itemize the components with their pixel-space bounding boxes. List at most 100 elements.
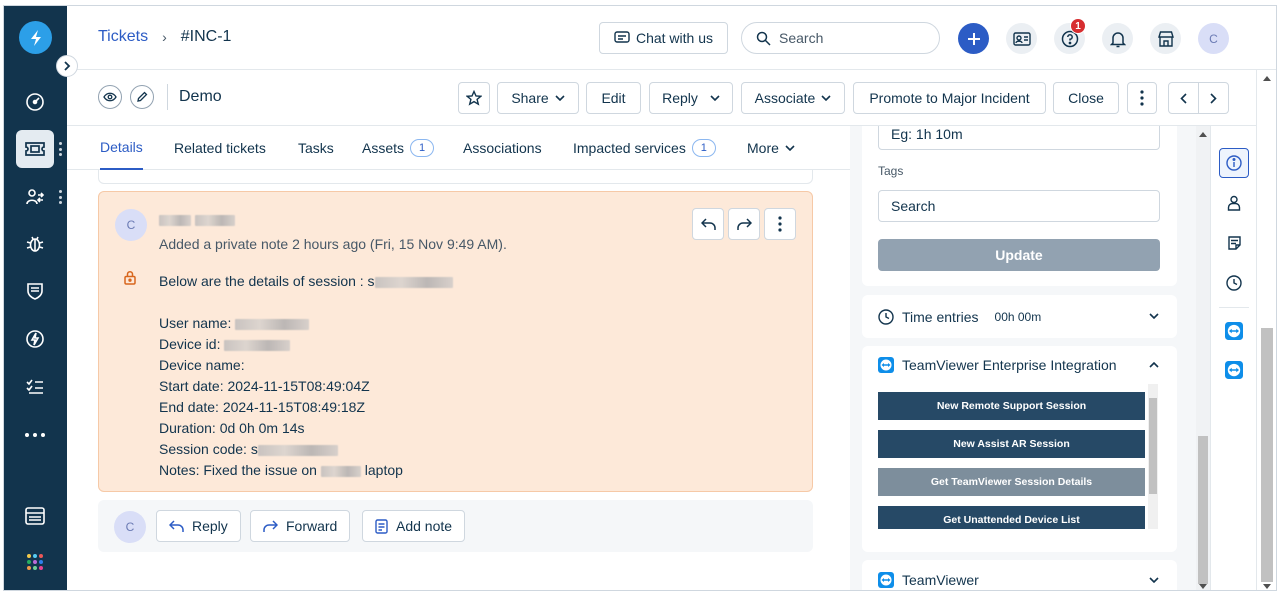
breadcrumb-tickets-link[interactable]: Tickets: [98, 28, 148, 46]
clock-icon: [878, 309, 894, 325]
integration-scrollbar[interactable]: [1148, 384, 1158, 529]
reply-button[interactable]: Reply: [156, 510, 241, 542]
add-note-button[interactable]: Add note: [362, 510, 466, 542]
time-entries-label: Time entries: [902, 309, 979, 325]
tab-tasks[interactable]: Tasks: [298, 126, 334, 170]
session-code-label: Session code: s: [159, 441, 258, 457]
forward-note-button[interactable]: [728, 208, 760, 240]
ticket-id: #INC-1: [180, 28, 232, 45]
collapse-nav-button[interactable]: [56, 55, 78, 77]
chevron-up-icon[interactable]: [1149, 362, 1159, 368]
forward-button[interactable]: Forward: [250, 510, 351, 542]
requester-icon[interactable]: [1219, 188, 1249, 218]
notes-icon[interactable]: [1219, 228, 1249, 258]
get-teamviewer-session-details-button[interactable]: Get TeamViewer Session Details: [878, 468, 1145, 496]
global-search-input[interactable]: Search: [741, 22, 940, 54]
scroll-down-arrow-icon[interactable]: [1263, 584, 1271, 589]
get-unattended-device-list-button[interactable]: Get Unattended Device List: [878, 506, 1145, 529]
previous-ticket-button[interactable]: [1168, 82, 1199, 114]
note-blank-line: [159, 292, 453, 313]
watch-icon[interactable]: [98, 85, 122, 109]
app-window: Tickets › #INC-1 Chat with us Search 1 C: [3, 5, 1277, 591]
teamviewer-card[interactable]: TeamViewer: [862, 560, 1177, 590]
note-more-button[interactable]: [764, 208, 796, 240]
scroll-up-arrow-icon[interactable]: [1263, 76, 1271, 81]
catalog-icon[interactable]: [16, 497, 54, 535]
reply-note-button[interactable]: [692, 208, 724, 240]
tags-placeholder: Search: [891, 198, 936, 214]
note-user-name-line: User name:: [159, 313, 453, 334]
scroll-up-arrow-icon[interactable]: [1199, 132, 1207, 137]
forward-arrow-icon: [736, 217, 752, 230]
properties-scrollbar-thumb[interactable]: [1198, 436, 1208, 584]
info-icon[interactable]: [1219, 148, 1249, 178]
time-spent-input[interactable]: Eg: 1h 10m: [878, 126, 1160, 150]
ticket-title: Demo: [179, 88, 222, 105]
share-button[interactable]: Share: [497, 82, 579, 114]
tickets-more-dots[interactable]: [58, 142, 62, 156]
time-entries-card[interactable]: Time entries 00h 00m: [862, 295, 1177, 338]
dashboard-icon[interactable]: [16, 83, 54, 121]
app-switcher-icon[interactable]: [16, 543, 54, 581]
search-icon: [756, 31, 771, 46]
chat-with-us-button[interactable]: Chat with us: [599, 22, 728, 54]
reply-dropdown-button[interactable]: Reply: [649, 82, 733, 114]
tab-details[interactable]: Details: [100, 126, 143, 170]
promote-major-incident-button[interactable]: Promote to Major Incident: [853, 82, 1046, 114]
checklist-icon[interactable]: [16, 368, 54, 406]
automation-bolt-icon[interactable]: [16, 320, 54, 358]
reply-avatar: C: [114, 511, 146, 543]
tab-associations[interactable]: Associations: [463, 126, 542, 170]
more-apps-icon[interactable]: [16, 416, 54, 454]
teamviewer-enterprise-title: TeamViewer Enterprise Integration: [902, 357, 1117, 373]
bell-icon[interactable]: [1102, 23, 1133, 54]
problems-more-dots[interactable]: [58, 190, 62, 204]
more-actions-button[interactable]: [1127, 82, 1157, 114]
ticket-toolbar: Demo Share Edit Reply Associate Promote …: [67, 70, 1276, 126]
tab-label: Related tickets: [174, 140, 266, 156]
page-scrollbar[interactable]: [1256, 70, 1276, 590]
tickets-nav-icon[interactable]: [16, 130, 54, 168]
chevron-right-icon: [1210, 92, 1217, 104]
chevron-down-icon[interactable]: [1149, 313, 1159, 319]
toolbar-divider: [167, 84, 168, 110]
integration-scrollbar-thumb[interactable]: [1149, 398, 1157, 494]
history-clock-icon[interactable]: [1219, 268, 1249, 298]
reply-bar: C Reply Forward Add note: [98, 500, 813, 552]
new-assist-ar-session-button[interactable]: New Assist AR Session: [878, 430, 1145, 458]
star-icon: [466, 90, 482, 106]
ticket-tabs: Details Related tickets Tasks Assets 1 As…: [67, 126, 850, 170]
new-item-button[interactable]: [958, 23, 989, 54]
edit-pencil-icon[interactable]: [130, 85, 154, 109]
close-ticket-button[interactable]: Close: [1053, 82, 1119, 114]
tab-related-tickets[interactable]: Related tickets: [174, 126, 266, 170]
notes-suffix: laptop: [364, 462, 403, 478]
chevron-down-icon[interactable]: [1149, 577, 1159, 583]
tab-more[interactable]: More: [747, 126, 795, 170]
user-avatar[interactable]: C: [1198, 23, 1229, 54]
star-button[interactable]: [458, 82, 490, 114]
bug-icon[interactable]: [16, 225, 54, 263]
chevron-down-icon: [785, 145, 795, 151]
store-icon[interactable]: [1150, 23, 1181, 54]
next-ticket-button[interactable]: [1198, 82, 1229, 114]
teamviewer-app-icon[interactable]: [1219, 316, 1249, 346]
page-scrollbar-thumb[interactable]: [1261, 328, 1273, 582]
tab-label: More: [747, 140, 779, 156]
edit-button[interactable]: Edit: [586, 82, 641, 114]
scroll-down-arrow-icon[interactable]: [1199, 584, 1207, 589]
associate-button[interactable]: Associate: [741, 82, 845, 114]
problems-icon[interactable]: [16, 178, 54, 216]
contact-card-icon[interactable]: [1006, 23, 1037, 54]
note-end-date: End date: 2024-11-15T08:49:18Z: [159, 399, 366, 415]
tab-assets[interactable]: Assets 1: [362, 126, 435, 170]
tags-search-input[interactable]: Search: [878, 190, 1160, 222]
shield-icon[interactable]: [16, 272, 54, 310]
properties-scrollbar[interactable]: [1196, 126, 1210, 590]
update-button[interactable]: Update: [878, 239, 1160, 271]
teamviewer-enterprise-app-icon[interactable]: [1219, 355, 1249, 385]
new-remote-support-session-button[interactable]: New Remote Support Session: [878, 392, 1145, 420]
freshservice-logo-icon[interactable]: [19, 21, 52, 54]
reply-label: Reply: [662, 90, 698, 106]
tab-impacted-services[interactable]: Impacted services 1: [573, 126, 716, 170]
